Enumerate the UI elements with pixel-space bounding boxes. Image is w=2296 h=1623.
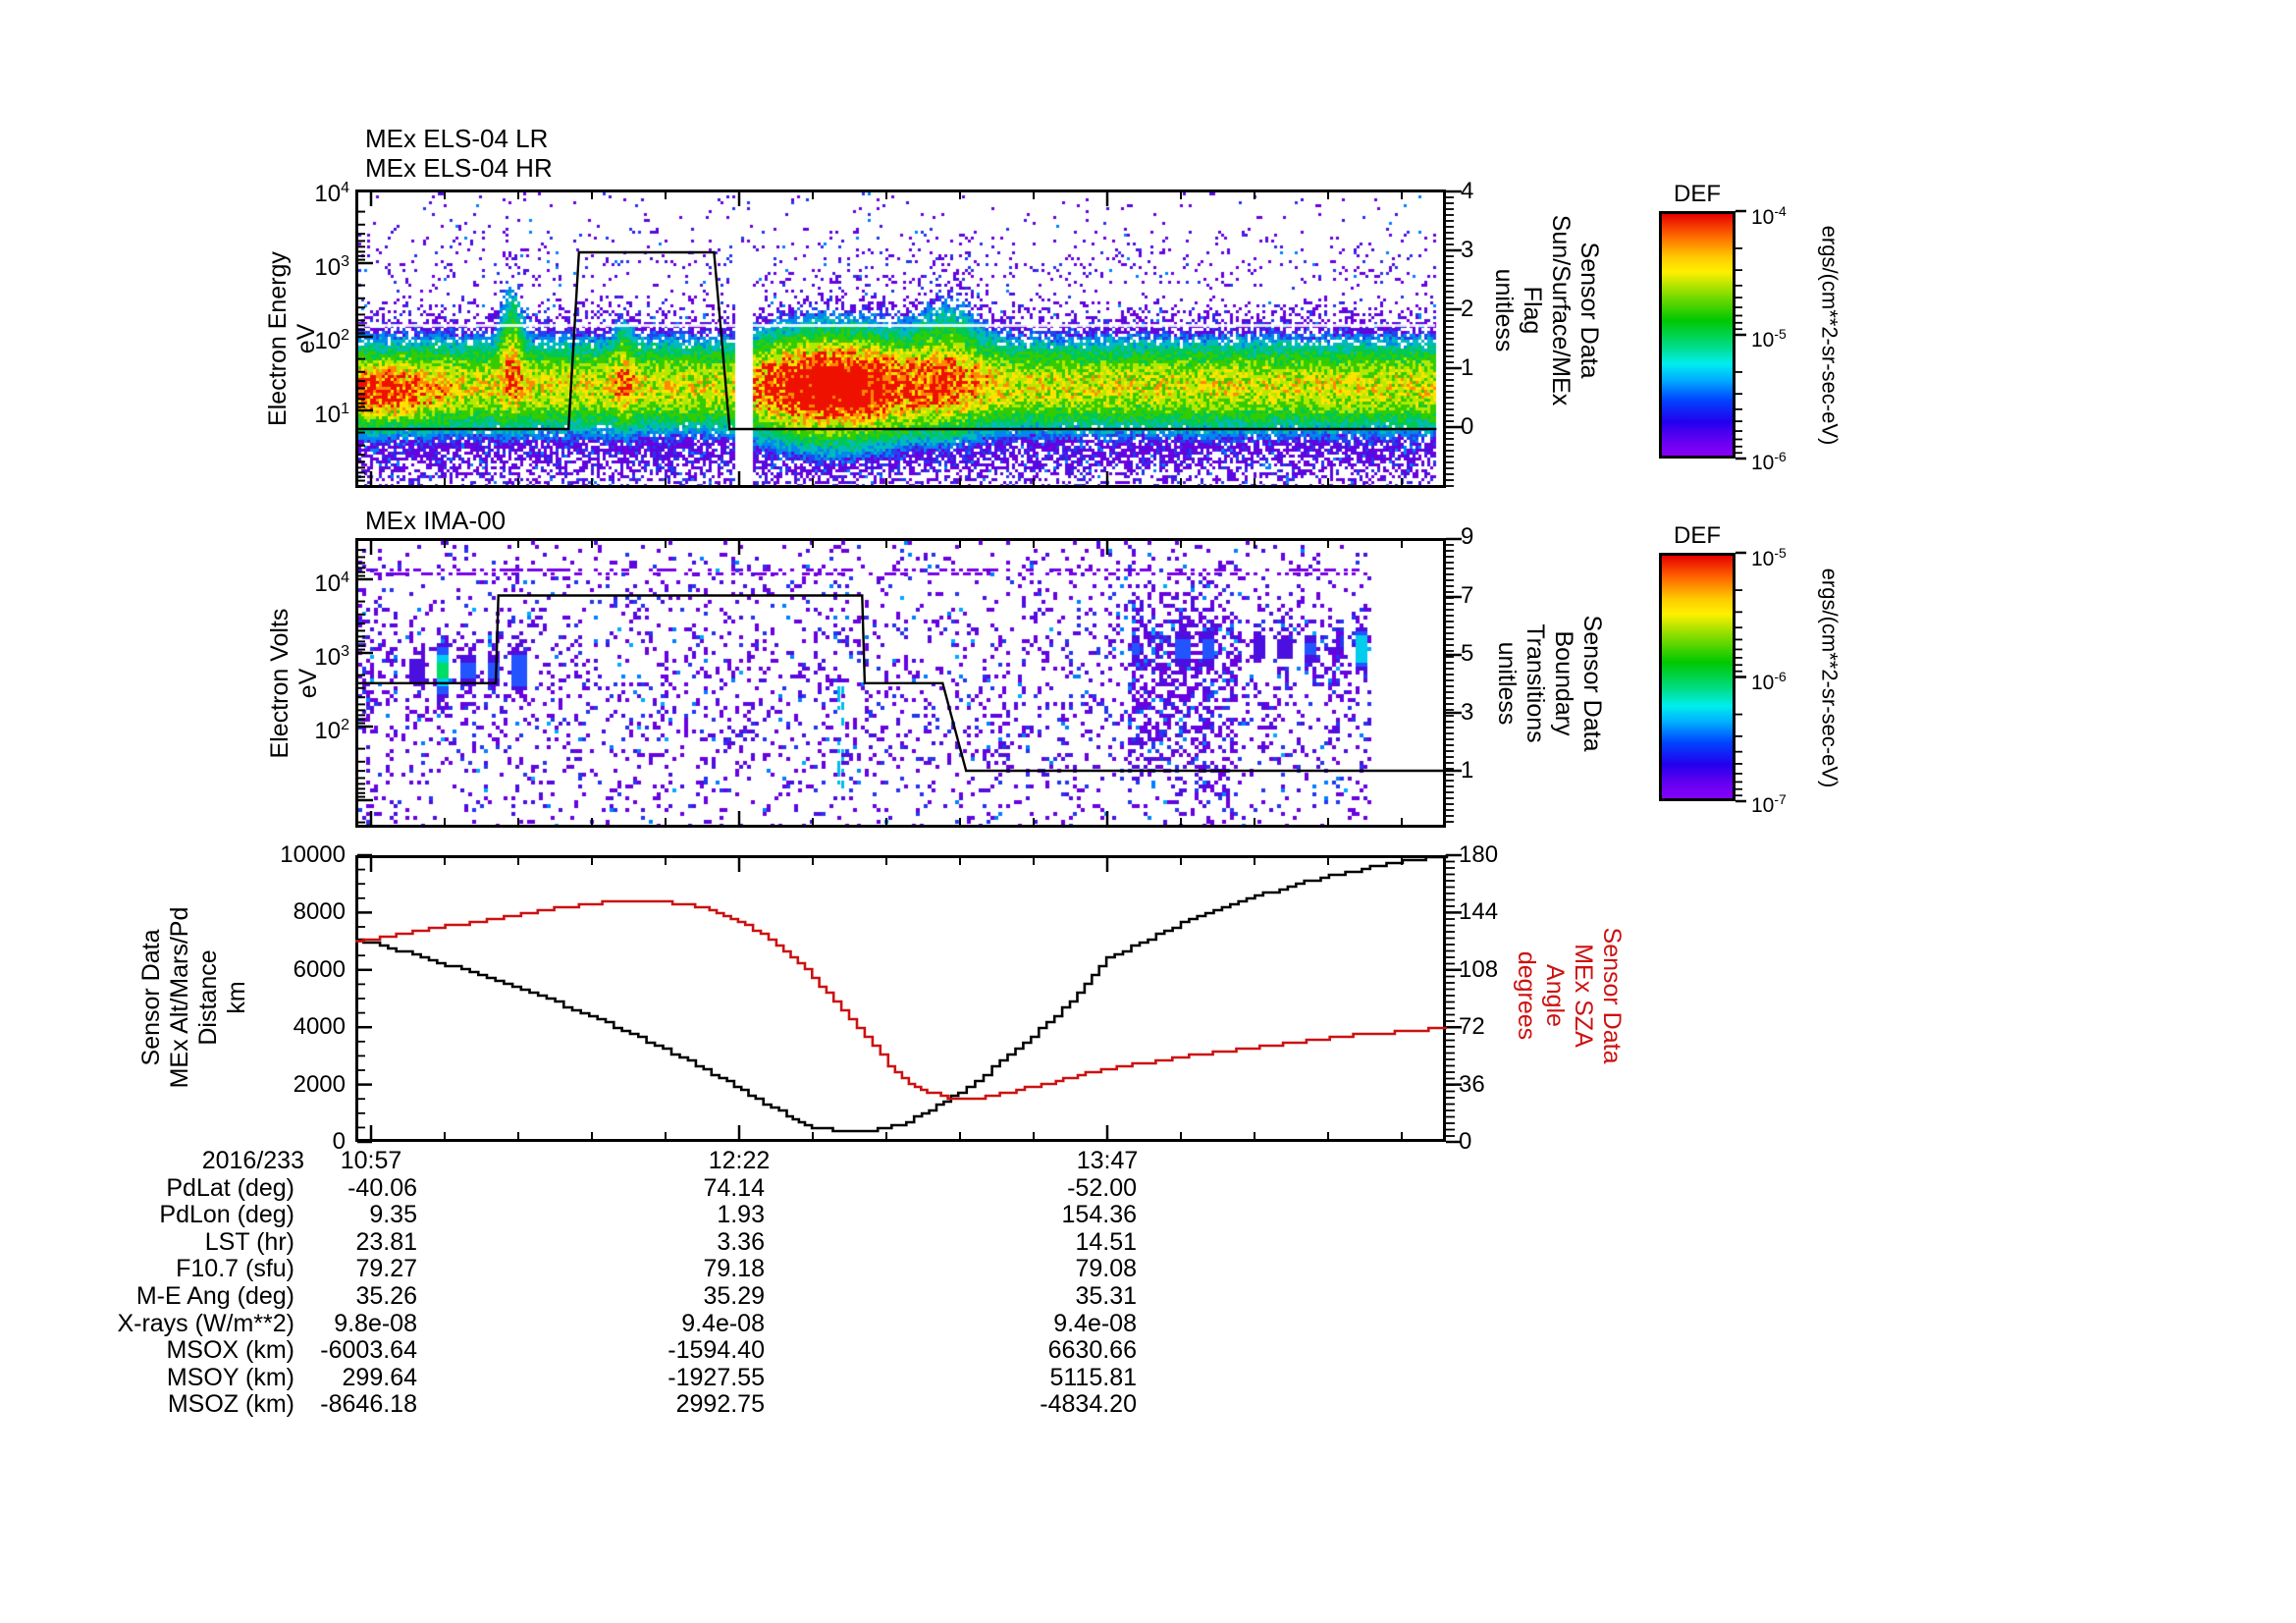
els-ytick-label: 103: [314, 253, 349, 281]
sza-tick-label: 36: [1459, 1070, 1485, 1098]
table-cell-value: 3.36: [717, 1227, 765, 1256]
table-cell-value: 74.14: [703, 1173, 765, 1202]
ima-boundary-tick-label: 9: [1461, 523, 1474, 550]
table-cell-value: 9.4e-08: [681, 1309, 765, 1337]
els-ytick-label: 102: [314, 327, 349, 354]
sza-tick-label: 0: [1459, 1128, 1472, 1155]
table-cell-value: 1.93: [717, 1201, 765, 1229]
table-cell-value: -52.00: [1067, 1173, 1137, 1202]
table-cell-value: 9.8e-08: [334, 1309, 417, 1337]
table-cell-value: -40.06: [347, 1173, 417, 1202]
table-cell-value: -4834.20: [1040, 1390, 1137, 1419]
ima-ytick-label: 103: [314, 643, 349, 671]
x-axis-time-label: 12:22: [708, 1147, 771, 1174]
table-cell-value: 79.18: [703, 1255, 765, 1283]
els-colorbar-tick-label: 10-5: [1751, 326, 1787, 352]
sza-tick-label: 72: [1459, 1013, 1485, 1041]
distance-tick-label: 10000: [280, 841, 346, 868]
table-cell-value: -6003.64: [320, 1336, 417, 1365]
table-cell-value: 9.35: [369, 1201, 417, 1229]
els-flag-tick-label: 0: [1461, 413, 1474, 440]
ima-boundary-tick-label: 1: [1461, 757, 1474, 784]
els-flag-tick-label: 3: [1461, 237, 1474, 263]
table-cell-value: 154.36: [1061, 1201, 1137, 1229]
label-line: Angle: [1541, 964, 1569, 1027]
table-cell-value: 5115.81: [1049, 1363, 1137, 1391]
els-title-hr: MEx ELS-04 HR: [365, 153, 553, 183]
els-flag-tick-label: 1: [1461, 354, 1474, 381]
mex-orbit-plot-page: MEx ELS-04 LR MEx ELS-04 HR MEx IMA-00 E…: [0, 0, 2296, 1623]
table-cell-value: 6630.66: [1047, 1336, 1137, 1365]
x-axis-time-label: 10:57: [340, 1147, 402, 1174]
table-cell-value: 299.64: [342, 1363, 417, 1391]
table-cell-value: 9.4e-08: [1053, 1309, 1137, 1337]
ima-colorbar-tick-label: 10-6: [1751, 668, 1787, 694]
ima-title: MEx IMA-00: [365, 506, 507, 535]
sza-tick-label: 108: [1459, 955, 1499, 983]
ima-spectrogram: [358, 541, 1443, 825]
table-cell-value: 79.08: [1075, 1255, 1137, 1283]
ima-colorbar-tick-label: 10-5: [1751, 545, 1787, 570]
ima-spectrogram-panel: [355, 538, 1446, 828]
sza-tick-label: 180: [1459, 841, 1499, 868]
label-line: MEx SZA: [1570, 944, 1597, 1048]
els-colorbar-title: DEF: [1674, 181, 1721, 207]
table-cell-value: 35.31: [1075, 1282, 1137, 1310]
sza-tick-label: 144: [1459, 898, 1499, 926]
ima-colorbar: [1659, 553, 1735, 801]
els-ytick-label: 101: [314, 401, 349, 428]
table-cell-value: 35.29: [703, 1282, 765, 1310]
els-title-lr: MEx ELS-04 LR: [365, 124, 549, 153]
table-cell-value: 14.51: [1075, 1227, 1137, 1256]
timeseries-panel: [355, 855, 1446, 1142]
els-colorbar-tick-label: 10-6: [1751, 449, 1787, 474]
table-cell-value: -1594.40: [667, 1336, 765, 1365]
distance-tick-label: 2000: [293, 1070, 346, 1098]
els-colorbar: [1659, 211, 1735, 459]
ima-ytick-label: 102: [314, 717, 349, 744]
label-line: degrees: [1513, 950, 1540, 1041]
label-line: Sensor Data: [1598, 927, 1626, 1064]
table-cell-value: 23.81: [355, 1227, 417, 1256]
els-colorbar-tick-label: 10-4: [1751, 203, 1787, 229]
table-cell-value: -1927.55: [667, 1363, 765, 1391]
ima-boundary-tick-label: 5: [1461, 640, 1474, 667]
els-spectrogram-panel: [355, 189, 1446, 488]
table-cell-value: 79.27: [355, 1255, 417, 1283]
distance-tick-label: 4000: [293, 1013, 346, 1041]
table-cell-value: 2992.75: [675, 1390, 765, 1419]
els-spectrogram: [358, 192, 1443, 485]
ima-boundary-tick-label: 7: [1461, 581, 1474, 609]
ima-boundary-tick-label: 3: [1461, 698, 1474, 726]
x-axis-time-label: 13:47: [1076, 1147, 1139, 1174]
els-flag-tick-label: 2: [1461, 296, 1474, 322]
distance-tick-label: 8000: [293, 898, 346, 926]
ima-colorbar-unit: ergs/(cm**2-sr-sec-eV): [1817, 568, 1842, 788]
table-cell-value: 35.26: [355, 1282, 417, 1310]
sza-axis-label: Sensor Data MEx SZA Angle degrees: [1512, 750, 1626, 1241]
els-flag-tick-label: 4: [1461, 178, 1474, 204]
ima-ytick-label: 104: [314, 569, 349, 597]
table-cell-value: -8646.18: [320, 1390, 417, 1419]
distance-tick-label: 6000: [293, 955, 346, 983]
els-ytick-label: 104: [314, 180, 349, 207]
ima-colorbar-title: DEF: [1674, 522, 1721, 549]
ima-colorbar-tick-label: 10-7: [1751, 791, 1787, 817]
